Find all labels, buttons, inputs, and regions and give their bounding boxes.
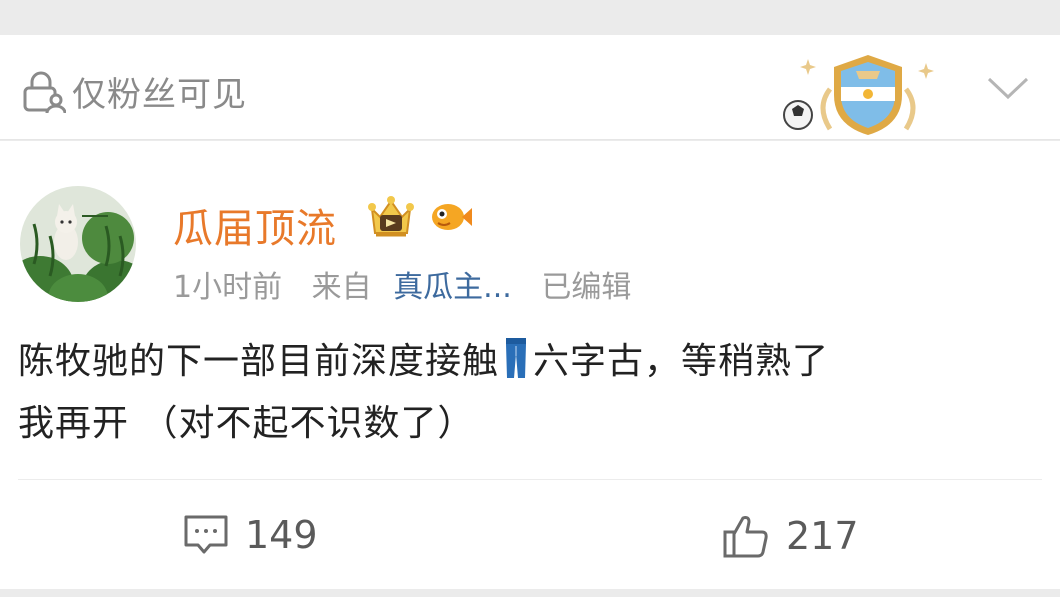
argentina-football-badge-icon[interactable] (778, 49, 948, 139)
divider (18, 479, 1042, 480)
like-count: 217 (786, 514, 859, 558)
fish-icon[interactable] (428, 197, 474, 237)
crown-vip-icon[interactable] (362, 193, 420, 241)
like-button[interactable]: 217 (722, 513, 859, 559)
post-meta: 1小时前 来自 真瓜主... 已编辑 (173, 262, 651, 306)
chevron-down-icon[interactable] (986, 75, 1030, 101)
content-line2: 我再开 （对不起不识数了） (18, 403, 475, 444)
post-time: 1小时前 (173, 270, 283, 305)
bottom-spacer (0, 589, 1060, 597)
comment-icon (184, 515, 228, 554)
source-label: 来自 (311, 270, 372, 305)
comment-count: 149 (245, 513, 318, 557)
source-link[interactable]: 真瓜主... (393, 270, 512, 305)
author-name[interactable]: 瓜届顶流 (173, 196, 337, 254)
thumbs-up-icon (723, 516, 768, 558)
visibility-label: 仅粉丝可见 (72, 75, 247, 115)
visibility-bar: 仅粉丝可见 (0, 35, 1060, 140)
content-line1-b: 六字古，等稍熟了 (533, 341, 830, 382)
visibility-indicator: 仅粉丝可见 (20, 67, 247, 116)
lock-user-icon (23, 71, 66, 113)
comment-button[interactable]: 149 (183, 513, 318, 557)
avatar[interactable] (20, 186, 136, 302)
top-spacer (0, 0, 1060, 35)
content-line1-a: 陈牧驰的下一部目前深度接触 (18, 341, 500, 382)
post-card: 瓜届顶流 1小时前 来自 真瓜主... 已编辑 陈牧驰的下一部目前深度接触 六字… (0, 141, 1060, 589)
edited-label[interactable]: 已编辑 (541, 270, 631, 305)
jeans-emoji-icon (506, 338, 527, 378)
post-content: 陈牧驰的下一部目前深度接触 六字古，等稍熟了 我再开 （对不起不识数了） (18, 331, 1048, 455)
